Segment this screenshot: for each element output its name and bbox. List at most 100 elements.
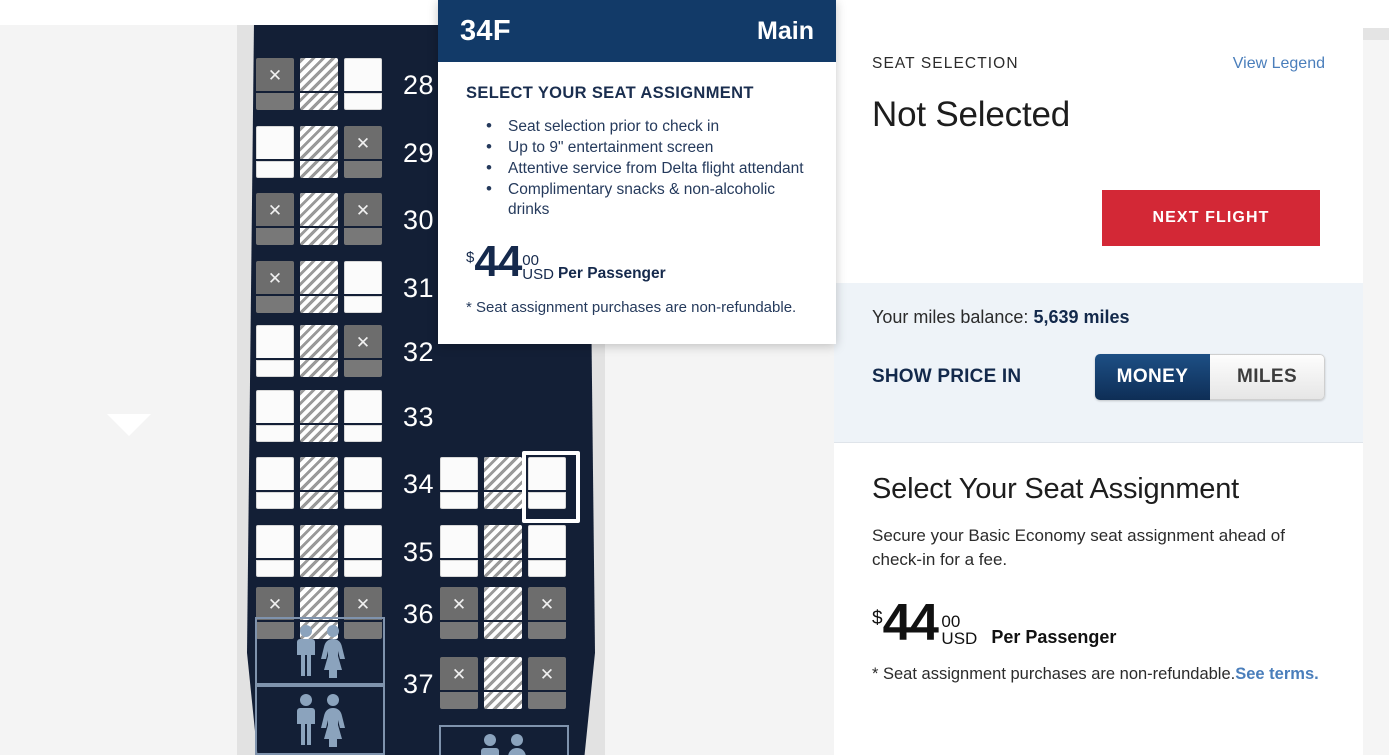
seat-cushion	[484, 560, 522, 577]
seat-34-D[interactable]	[440, 457, 478, 509]
seat-33-B[interactable]	[300, 390, 338, 442]
seat-back	[256, 457, 294, 490]
seat-selection-status: Not Selected	[872, 95, 1070, 134]
restroom-figures-icon	[297, 625, 345, 678]
seat-cushion	[440, 622, 478, 639]
seat-28-C[interactable]	[344, 58, 382, 110]
seat-back	[484, 457, 522, 490]
lavatory-right	[439, 725, 569, 755]
seat-cushion	[344, 296, 382, 313]
seat-29-B[interactable]	[300, 126, 338, 178]
seat-group-left-30[interactable]: ✕ ✕	[256, 193, 382, 245]
seat-cushion	[256, 161, 294, 178]
lavatory-left-upper	[255, 617, 385, 685]
seat-cushion	[256, 425, 294, 442]
seat-32-C[interactable]: ✕	[344, 325, 382, 377]
seat-28-A[interactable]: ✕	[256, 58, 294, 110]
seat-group-right-35[interactable]	[440, 525, 566, 577]
seat-30-A[interactable]: ✕	[256, 193, 294, 245]
see-terms-link[interactable]: See terms.	[1235, 665, 1318, 683]
seat-31-C[interactable]	[344, 261, 382, 313]
seat-34-C[interactable]	[344, 457, 382, 509]
seat-34-A[interactable]	[256, 457, 294, 509]
seat-cushion	[484, 622, 522, 639]
seat-back	[300, 193, 338, 226]
seat-group-left-32[interactable]: ✕	[256, 325, 382, 377]
popover-feature-item: Up to 9" entertainment screen	[466, 137, 808, 158]
seat-37-F[interactable]: ✕	[528, 657, 566, 709]
seat-32-A[interactable]	[256, 325, 294, 377]
seat-cushion	[344, 228, 382, 245]
seat-31-B[interactable]	[300, 261, 338, 313]
seat-group-left-34[interactable]	[256, 457, 382, 509]
seat-occupied-x-icon: ✕	[451, 595, 467, 614]
seat-cushion	[440, 560, 478, 577]
seat-group-left-33[interactable]	[256, 390, 382, 442]
seat-back	[300, 587, 338, 620]
popover-price-amount: 44	[474, 237, 522, 286]
seat-occupied-x-icon: ✕	[355, 333, 371, 352]
seat-34-B[interactable]	[300, 457, 338, 509]
seat-35-A[interactable]	[256, 525, 294, 577]
seat-35-B[interactable]	[300, 525, 338, 577]
seat-29-C[interactable]: ✕	[344, 126, 382, 178]
show-price-in-label: SHOW PRICE IN	[872, 366, 1022, 387]
seat-cushion	[528, 622, 566, 639]
toggle-option-miles[interactable]: MILES	[1210, 354, 1325, 400]
seat-cushion	[300, 560, 338, 577]
seat-36-D[interactable]: ✕	[440, 587, 478, 639]
seat-back	[484, 587, 522, 620]
assignment-price-currency-code: USD	[941, 628, 978, 648]
row-number-34: 34	[403, 469, 435, 499]
seat-32-B[interactable]	[300, 325, 338, 377]
seat-37-E[interactable]	[484, 657, 522, 709]
seat-37-D[interactable]: ✕	[440, 657, 478, 709]
seat-31-A[interactable]: ✕	[256, 261, 294, 313]
seat-selection-page: 28 ✕ 29 ✕ 30 ✕ ✕ 31 ✕ 32 ✕ 33 34 35 36 ✕ ✕ ✕ ✕ 37 ✕ ✕ 34F Mai…	[0, 0, 1389, 755]
seat-cushion	[300, 161, 338, 178]
seat-group-left-28[interactable]: ✕	[256, 58, 382, 110]
seat-35-D[interactable]	[440, 525, 478, 577]
seat-33-A[interactable]	[256, 390, 294, 442]
popover-feature-item: Attentive service from Delta flight atte…	[466, 158, 808, 179]
seat-group-right-37[interactable]: ✕ ✕	[440, 657, 566, 709]
seat-group-left-35[interactable]	[256, 525, 382, 577]
seat-30-B[interactable]	[300, 193, 338, 245]
right-edge-strip	[1363, 28, 1389, 755]
seat-35-E[interactable]	[484, 525, 522, 577]
seat-cushion	[440, 492, 478, 509]
price-unit-toggle[interactable]: MONEY MILES	[1095, 354, 1325, 400]
seat-back	[300, 325, 338, 358]
seat-29-A[interactable]	[256, 126, 294, 178]
seat-group-left-31[interactable]: ✕	[256, 261, 382, 313]
restroom-figures-icon	[481, 734, 526, 755]
seat-back	[528, 457, 566, 490]
next-flight-button[interactable]: NEXT FLIGHT	[1102, 190, 1320, 246]
seat-35-C[interactable]	[344, 525, 382, 577]
seat-34-F[interactable]	[522, 451, 580, 523]
seat-back	[344, 525, 382, 558]
seat-group-right-36[interactable]: ✕ ✕	[440, 587, 566, 639]
seat-cushion	[484, 492, 522, 509]
seat-36-F[interactable]: ✕	[528, 587, 566, 639]
seat-35-F[interactable]	[528, 525, 566, 577]
seat-cushion	[256, 296, 294, 313]
seat-33-C[interactable]	[344, 390, 382, 442]
miles-balance-value: 5,639 miles	[1033, 307, 1130, 327]
seat-occupied-x-icon: ✕	[539, 665, 555, 684]
seat-back	[300, 58, 338, 91]
seat-group-right-34[interactable]	[440, 451, 580, 523]
seat-cushion	[344, 425, 382, 442]
seat-36-E[interactable]	[484, 587, 522, 639]
seat-cushion	[440, 692, 478, 709]
seat-occupied-x-icon: ✕	[451, 665, 467, 684]
view-legend-link[interactable]: View Legend	[1233, 55, 1325, 73]
seat-30-C[interactable]: ✕	[344, 193, 382, 245]
seat-28-B[interactable]	[300, 58, 338, 110]
seat-group-left-29[interactable]: ✕	[256, 126, 382, 178]
toggle-option-money[interactable]: MONEY	[1095, 354, 1210, 400]
row-number-33: 33	[403, 402, 435, 432]
row-number-37: 37	[403, 669, 435, 699]
seat-34-E[interactable]	[484, 457, 522, 509]
popover-seat-id: 34F	[460, 14, 511, 47]
